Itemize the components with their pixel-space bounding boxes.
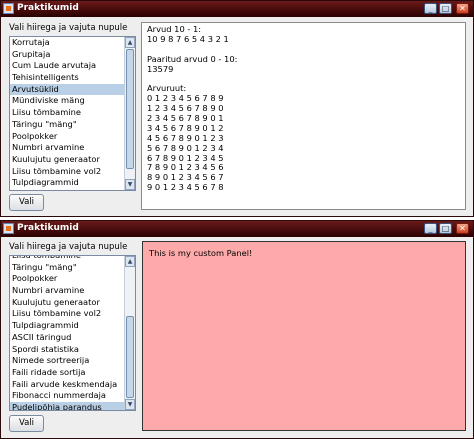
window-title: Praktikumid (17, 3, 79, 13)
list-item[interactable]: Poolpokker (10, 273, 125, 285)
program-list[interactable]: Liisu tõmbamine Täringu "mäng" Poolpokker N… (9, 255, 136, 411)
custom-panel: This is my custom Panel! (142, 241, 466, 431)
list-item[interactable]: Kuulujutu generaator (10, 297, 125, 309)
java-app-icon (3, 223, 14, 234)
list-item[interactable]: Täringu "mäng" (10, 119, 125, 131)
minimize-button[interactable]: _ (424, 3, 437, 14)
output-line: 9 0 1 2 3 4 5 6 7 8 (147, 182, 224, 193)
vali-button[interactable]: Vali (9, 415, 44, 432)
output-line: 10 9 8 7 6 5 4 3 2 1 (147, 33, 229, 44)
list-item[interactable]: Täringu "mäng" (10, 262, 125, 274)
maximize-button[interactable]: □ (439, 223, 452, 234)
output-line: Paaritud arvud 0 - 10: (147, 53, 238, 64)
scroll-up-arrow-icon[interactable]: ▲ (125, 256, 135, 267)
list-item[interactable]: Spordi statistika (10, 344, 125, 356)
minimize-button[interactable]: _ (424, 223, 437, 234)
list-item[interactable]: Nimede sortreerija (10, 355, 125, 367)
scroll-thumb[interactable] (126, 316, 134, 398)
list-item[interactable]: Mündiviske mäng (10, 95, 125, 107)
window-title: Praktikumid (17, 223, 79, 233)
list-item[interactable]: Tulpdiagrammid (10, 177, 125, 189)
list-item[interactable]: Liisu tõmbamine (10, 107, 125, 119)
list-item[interactable]: Liisu tõmbamine vol2 (10, 308, 125, 320)
close-button[interactable]: ✕ (456, 223, 469, 234)
list-item[interactable]: Tehisintelligents (10, 72, 125, 84)
scroll-down-arrow-icon[interactable]: ▼ (125, 179, 135, 190)
vali-button[interactable]: Vali (9, 194, 44, 211)
list-item[interactable]: Tulpdiagrammid (10, 320, 125, 332)
scroll-up-arrow-icon[interactable]: ▲ (125, 37, 135, 48)
java-app-icon (3, 3, 14, 14)
list-item[interactable]: Cum Laude arvutaja (10, 60, 125, 72)
close-button[interactable]: ✕ (456, 3, 469, 14)
instruction-label: Vali hiirega ja vajuta nupule (9, 242, 128, 252)
custom-panel-text: This is my custom Panel! (149, 248, 253, 258)
list-item[interactable]: Korrutaja (10, 37, 125, 49)
list-item[interactable]: Poolpokker (10, 131, 125, 143)
list-item[interactable]: ASCII täringud (10, 332, 125, 344)
title-bar[interactable]: Praktikumid _ □ ✕ (1, 221, 473, 237)
window-praktikumid-2: Praktikumid _ □ ✕ Vali hiirega ja vajuta… (0, 220, 474, 439)
list-item[interactable]: Numbri arvamine (10, 285, 125, 297)
program-list[interactable]: Korrutaja Grupitaja Cum Laude arvutaja Tehi… (9, 36, 136, 191)
list-item[interactable]: Arvutsüklid (10, 83, 125, 96)
list-item[interactable]: ASCII täringud (10, 189, 125, 190)
maximize-button[interactable]: □ (439, 3, 452, 14)
list-item[interactable]: Kuulujutu generaator (10, 154, 125, 166)
list-item[interactable]: Fibonacci nummerdaja (10, 390, 125, 402)
vertical-scrollbar[interactable]: ▲ ▼ (124, 37, 135, 190)
list-item[interactable]: Grupitaja (10, 49, 125, 61)
list-item[interactable]: Liisu tõmbamine (10, 256, 125, 262)
scroll-down-arrow-icon[interactable]: ▼ (125, 399, 135, 410)
scroll-thumb[interactable] (126, 49, 134, 169)
list-item[interactable]: Numbri arvamine (10, 142, 125, 154)
list-item[interactable]: Faili ridade sortija (10, 367, 125, 379)
output-text-area[interactable]: Arvud 10 - 1: 10 9 8 7 6 5 4 3 2 1 Paaritu… (141, 22, 466, 210)
title-bar[interactable]: Praktikumid _ □ ✕ (1, 1, 473, 17)
output-line: 13579 (147, 63, 174, 74)
list-item[interactable]: Pudelipõhja parandus (10, 401, 125, 410)
list-item[interactable]: Faili arvude keskmendaja (10, 379, 125, 391)
window-praktikumid-1: Praktikumid _ □ ✕ Vali hiirega ja vajuta… (0, 0, 474, 217)
instruction-label: Vali hiirega ja vajuta nupule (9, 23, 128, 33)
list-item[interactable]: Liisu tõmbamine vol2 (10, 166, 125, 178)
vertical-scrollbar[interactable]: ▲ ▼ (124, 256, 135, 410)
